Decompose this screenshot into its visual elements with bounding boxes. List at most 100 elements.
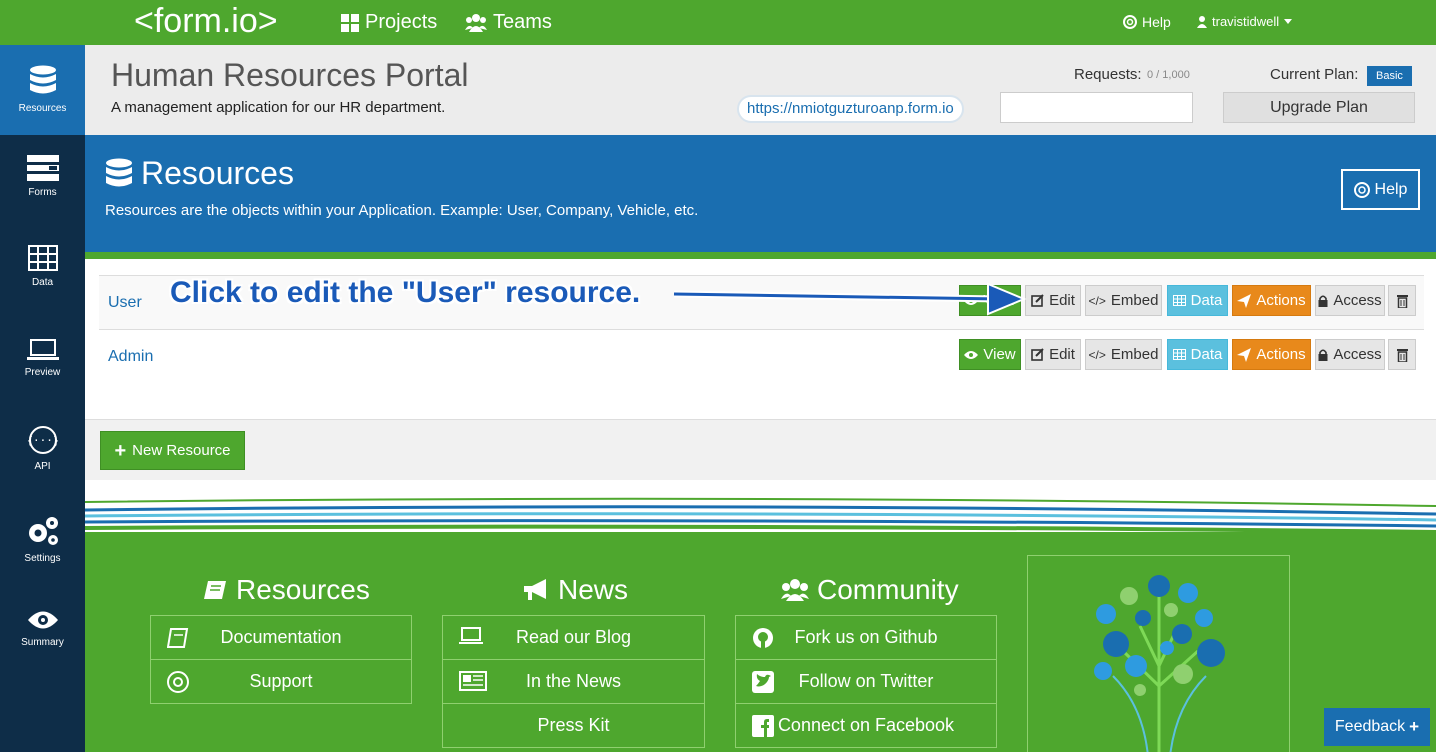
help-button[interactable]: Help	[1341, 169, 1420, 210]
footer-community-heading: Community	[781, 574, 959, 606]
delete-button[interactable]	[1388, 285, 1416, 316]
embed-button[interactable]: </> Embed	[1085, 285, 1162, 316]
sidebar-item-forms[interactable]: Forms	[0, 135, 85, 225]
paper-plane-icon	[1237, 293, 1252, 308]
data-button[interactable]: Data	[1167, 339, 1228, 370]
lifebuoy-icon	[167, 671, 189, 693]
actions-button-label: Actions	[1256, 346, 1306, 363]
resource-name-link[interactable]: User	[108, 294, 142, 312]
grid-icon	[341, 13, 359, 32]
trash-icon	[1396, 294, 1408, 308]
edit-button[interactable]: Edit	[1025, 339, 1081, 370]
access-button-label: Access	[1333, 346, 1382, 363]
embed-button-label: Embed	[1110, 346, 1159, 363]
sidebar-item-resources[interactable]: Resources	[0, 45, 85, 135]
sidebar-item-data[interactable]: Data	[0, 225, 85, 315]
paper-plane-icon	[1237, 347, 1252, 362]
tutorial-annotation: Click to edit the "User" resource.	[170, 276, 641, 309]
code-icon: </>	[1088, 347, 1106, 362]
edit-icon	[1031, 348, 1044, 361]
nav-help[interactable]: Help	[1123, 14, 1171, 30]
users-icon	[465, 13, 487, 32]
tree-graphic-icon	[1094, 575, 1225, 752]
trash-icon	[1396, 348, 1408, 362]
user-menu-label: travistidwell	[1212, 14, 1280, 29]
footer-link-in-the-news[interactable]: In the News	[442, 659, 705, 704]
eye-icon	[964, 350, 979, 359]
nav-teams-label: Teams	[493, 11, 552, 33]
project-url[interactable]: https://nmiotguzturoanp.form.io	[737, 95, 964, 123]
delete-button[interactable]	[1388, 339, 1416, 370]
edit-button[interactable]: Edit	[1025, 285, 1081, 316]
footer-resources-title: Resources	[236, 574, 370, 605]
actions-button-label: Actions	[1256, 292, 1306, 309]
formio-logo[interactable]: <form.io>	[134, 2, 278, 41]
database-icon	[29, 65, 56, 94]
newspaper-icon	[459, 671, 487, 691]
plan-badge: Basic	[1367, 66, 1412, 86]
lock-icon	[1318, 294, 1328, 307]
nav-teams[interactable]: Teams	[465, 11, 552, 34]
sidebar-item-label: Data	[31, 277, 54, 288]
sidebar-item-api[interactable]: {···} API	[0, 405, 85, 495]
sidebar-item-label: Settings	[24, 553, 61, 564]
data-button-label: Data	[1190, 346, 1223, 363]
footer-link-documentation[interactable]: Documentation	[150, 615, 412, 660]
footer-community-title: Community	[817, 574, 959, 605]
edit-button-label: Edit	[1049, 346, 1075, 363]
footer-link-github[interactable]: Fork us on Github	[735, 615, 997, 660]
requests-progress	[1000, 92, 1193, 123]
footer-link-label: Connect on Facebook	[777, 715, 955, 735]
page-title: Resources	[105, 155, 294, 192]
eye-icon	[27, 611, 58, 629]
project-title: Human Resources Portal	[111, 57, 469, 93]
book-icon	[204, 581, 226, 599]
footer-news-title: News	[558, 574, 629, 605]
access-button[interactable]: Access	[1315, 285, 1385, 316]
feedback-button[interactable]: Feedback +	[1324, 708, 1430, 746]
sidebar-item-preview[interactable]: Preview	[0, 315, 85, 405]
resources-banner: Resources Resources are the objects with…	[85, 135, 1436, 252]
new-resource-button[interactable]: + New Resource	[100, 431, 245, 470]
access-button-label: Access	[1333, 292, 1382, 309]
footer-resources-heading: Resources	[204, 574, 370, 606]
annotation-arrow-icon	[673, 282, 1027, 316]
sidebar-item-summary[interactable]: Summary	[0, 585, 85, 675]
gears-icon	[28, 517, 58, 545]
embed-button-label: Embed	[1110, 292, 1159, 309]
project-header: Human Resources Portal A management appl…	[85, 45, 1436, 135]
sidebar-item-label: Resources	[18, 103, 67, 114]
footer-link-label: Follow on Twitter	[798, 671, 934, 691]
nav-help-label: Help	[1142, 14, 1171, 30]
new-resource-label: New Resource	[132, 442, 231, 459]
embed-button[interactable]: </> Embed	[1085, 339, 1162, 370]
table-row: Admin View Edit </> Embed Data Actions A…	[99, 329, 1424, 383]
nav-projects[interactable]: Projects	[341, 11, 437, 34]
footer-link-press-kit[interactable]: Press Kit	[442, 703, 705, 748]
footer-link-facebook[interactable]: Connect on Facebook	[735, 703, 997, 748]
user-menu[interactable]: travistidwell	[1197, 14, 1293, 29]
access-button[interactable]: Access	[1315, 339, 1385, 370]
footer-link-blog[interactable]: Read our Blog	[442, 615, 705, 660]
actions-button[interactable]: Actions	[1232, 339, 1311, 370]
twitter-icon	[752, 671, 774, 693]
footer-link-twitter[interactable]: Follow on Twitter	[735, 659, 997, 704]
banner-stripe	[85, 252, 1436, 259]
actions-button[interactable]: Actions	[1232, 285, 1311, 316]
new-resource-bar: + New Resource	[85, 419, 1436, 480]
forms-icon	[26, 155, 59, 181]
help-button-label: Help	[1374, 180, 1408, 198]
tech-tree-illustration	[1027, 555, 1290, 752]
requests-count: 0 / 1,000	[1147, 69, 1190, 81]
facebook-icon	[752, 715, 774, 737]
upgrade-plan-button[interactable]: Upgrade Plan	[1223, 92, 1415, 123]
sidebar-item-settings[interactable]: Settings	[0, 495, 85, 585]
bullhorn-icon	[524, 579, 546, 600]
view-button[interactable]: View	[959, 339, 1021, 370]
database-icon	[106, 158, 132, 186]
book-icon	[167, 628, 189, 648]
footer-link-support[interactable]: Support	[150, 659, 412, 704]
data-button[interactable]: Data	[1167, 285, 1228, 316]
footer-link-label: Press Kit	[537, 715, 610, 735]
resource-name-link[interactable]: Admin	[108, 348, 153, 366]
